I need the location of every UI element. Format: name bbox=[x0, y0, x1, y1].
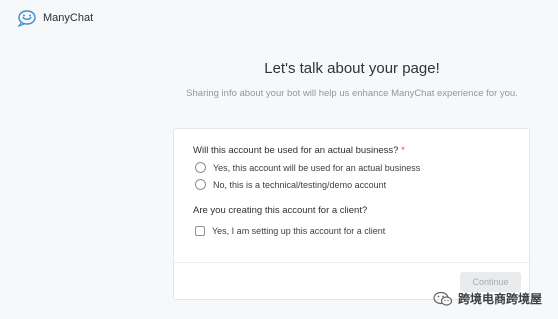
watermark-text: 跨境电商跨境屋 bbox=[457, 292, 542, 306]
brand: ManyChat bbox=[16, 9, 93, 27]
option-actual-business-label: Yes, this account will be used for an ac… bbox=[213, 162, 421, 173]
option-testing-account[interactable]: No, this is a technical/testing/demo acc… bbox=[195, 179, 386, 190]
option-actual-business[interactable]: Yes, this account will be used for an ac… bbox=[195, 162, 420, 173]
manychat-logo-icon bbox=[17, 10, 36, 27]
watermark: 跨境电商跨境屋 bbox=[433, 290, 542, 307]
wechat-icon bbox=[433, 291, 453, 306]
option-testing-account-label: No, this is a technical/testing/demo acc… bbox=[213, 179, 387, 190]
setup-form-card: Will this account be used for an actual … bbox=[173, 128, 530, 300]
brand-name: ManyChat bbox=[43, 12, 94, 24]
client-checkbox-label: Yes, I am setting up this account for a … bbox=[212, 226, 386, 236]
radio-testing-account[interactable] bbox=[195, 179, 206, 190]
radio-actual-business[interactable] bbox=[195, 162, 206, 173]
page-subtitle: Sharing info about your bot will help us… bbox=[186, 88, 518, 99]
business-question-label: Will this account be used for an actual … bbox=[193, 145, 399, 156]
page-title: Let's talk about your page! bbox=[264, 60, 440, 77]
client-question: Are you creating this account for a clie… bbox=[193, 205, 368, 216]
business-question: Will this account be used for an actual … bbox=[193, 145, 405, 156]
client-checkbox-option[interactable]: Yes, I am setting up this account for a … bbox=[195, 226, 385, 236]
continue-button[interactable]: Continue bbox=[460, 272, 521, 292]
required-mark: * bbox=[401, 145, 405, 156]
card-divider bbox=[174, 262, 529, 263]
client-checkbox[interactable] bbox=[195, 226, 205, 236]
